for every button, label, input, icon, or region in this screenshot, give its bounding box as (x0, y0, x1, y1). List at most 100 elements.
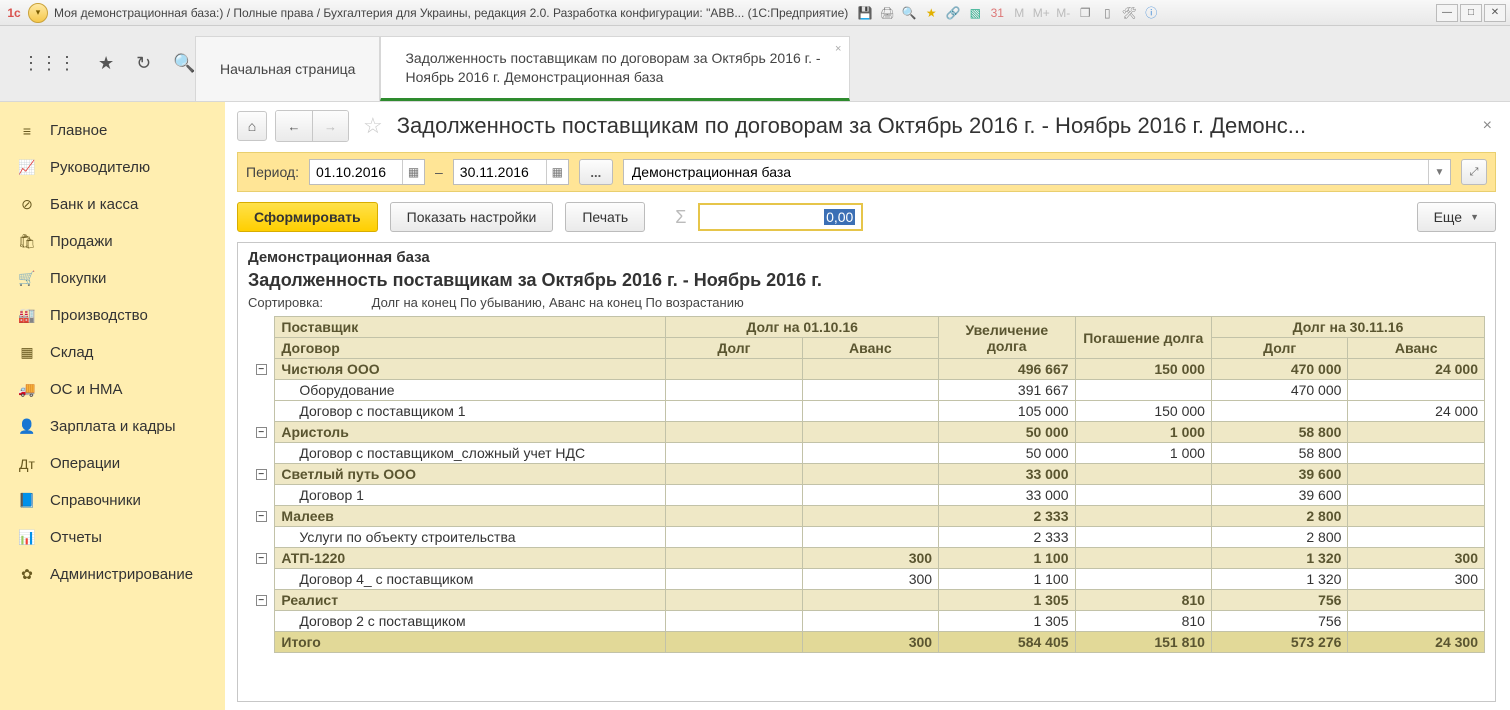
table-row[interactable]: Договор 4_ с поставщиком3001 1001 320300 (248, 569, 1485, 590)
calendar-icon[interactable]: ▦ (546, 160, 568, 184)
col-debt-end: Долг (1211, 338, 1347, 359)
m-icon[interactable]: M (1010, 4, 1028, 22)
home-button[interactable]: ⌂ (237, 111, 267, 141)
table-row[interactable]: Договор 133 00039 600 (248, 485, 1485, 506)
table-row[interactable]: −АТП-12203001 1001 320300 (248, 548, 1485, 569)
table-row[interactable]: Услуги по объекту строительства2 3332 80… (248, 527, 1485, 548)
back-button[interactable]: ← (276, 111, 312, 141)
m-plus-icon[interactable]: M+ (1032, 4, 1050, 22)
sidebar-item[interactable]: ✿Администрирование (0, 556, 225, 593)
panes-icon[interactable]: ▯ (1098, 4, 1116, 22)
table-row[interactable]: Оборудование391 667470 000 (248, 380, 1485, 401)
form-button[interactable]: Сформировать (237, 202, 378, 232)
org-field[interactable]: ▼ (623, 159, 1451, 185)
more-button[interactable]: Еще▼ (1417, 202, 1496, 232)
tools-icon[interactable]: 🛠 (1120, 4, 1138, 22)
table-row[interactable]: −Малеев2 3332 800 (248, 506, 1485, 527)
apps-icon[interactable]: ⋮⋮⋮ (22, 53, 76, 74)
link-icon[interactable]: 🔗 (944, 4, 962, 22)
minimize-button[interactable]: — (1436, 4, 1458, 22)
col-start: Долг на 01.10.16 (666, 317, 939, 338)
table-row[interactable]: −Светлый путь ООО33 00039 600 (248, 464, 1485, 485)
chevron-down-icon[interactable]: ▼ (1428, 160, 1450, 184)
period-picker-button[interactable]: ... (579, 159, 613, 185)
collapse-icon[interactable]: − (256, 595, 267, 606)
date-from-input[interactable] (310, 160, 402, 184)
star-icon[interactable]: ★ (98, 53, 114, 74)
sidebar-item[interactable]: ▦Склад (0, 334, 225, 371)
table-row[interactable]: −Аристоль50 0001 00058 800 (248, 422, 1485, 443)
sidebar-item-label: ОС и НМА (50, 381, 123, 398)
table-row[interactable]: Договор 2 с поставщиком1 305810756 (248, 611, 1485, 632)
table-row[interactable]: Договор с поставщиком_сложный учет НДС50… (248, 443, 1485, 464)
col-payment: Погашение долга (1075, 317, 1211, 359)
forward-button[interactable]: → (312, 111, 348, 141)
table-row[interactable]: −Реалист1 305810756 (248, 590, 1485, 611)
sidebar-item-label: Зарплата и кадры (50, 418, 176, 435)
sidebar-item-label: Справочники (50, 492, 141, 509)
settings-button[interactable]: Показать настройки (390, 202, 554, 232)
sidebar-item[interactable]: 🚚ОС и НМА (0, 371, 225, 408)
collapse-icon[interactable]: − (256, 364, 267, 375)
sidebar-item[interactable]: 📘Справочники (0, 482, 225, 519)
sidebar-icon: 📈 (18, 159, 36, 176)
sidebar-item[interactable]: 🛍Продажи (0, 223, 225, 260)
col-debt: Долг (666, 338, 802, 359)
collapse-icon[interactable]: − (256, 553, 267, 564)
calendar-icon[interactable]: 31 (988, 4, 1006, 22)
col-advance: Аванс (802, 338, 938, 359)
date-to-input[interactable] (454, 160, 546, 184)
m-minus-icon[interactable]: M- (1054, 4, 1072, 22)
action-bar: Сформировать Показать настройки Печать Σ… (237, 192, 1496, 242)
org-input[interactable] (624, 160, 1428, 184)
table-row[interactable]: Договор с поставщиком 1105 000150 00024 … (248, 401, 1485, 422)
preview-icon[interactable]: 🔍 (900, 4, 918, 22)
period-dash: – (435, 164, 443, 180)
favorite-icon[interactable]: ★ (922, 4, 940, 22)
tab-start-page[interactable]: Начальная страница (195, 36, 380, 101)
tab-report[interactable]: Задолженность поставщикам по договорам з… (380, 36, 850, 101)
history-icon[interactable]: ↻ (136, 53, 151, 74)
sidebar-item[interactable]: 🛒Покупки (0, 260, 225, 297)
report-viewport[interactable]: Демонстрационная база Задолженность пост… (237, 242, 1496, 702)
info-icon[interactable]: ⓘ (1142, 4, 1160, 22)
date-to-field[interactable]: ▦ (453, 159, 569, 185)
close-window-button[interactable]: ✕ (1484, 4, 1506, 22)
sidebar-item[interactable]: ДтОперации (0, 445, 225, 482)
sidebar-item[interactable]: 📈Руководителю (0, 149, 225, 186)
collapse-icon[interactable]: − (256, 469, 267, 480)
col-supplier: Поставщик (275, 317, 666, 338)
window-title: Моя демонстрационная база:) / Полные пра… (54, 6, 848, 20)
sidebar-item-label: Администрирование (50, 566, 193, 583)
close-page-button[interactable]: × (1479, 117, 1496, 135)
titlebar: 1c ▾ Моя демонстрационная база:) / Полны… (0, 0, 1510, 26)
col-advance-end: Аванс (1348, 338, 1485, 359)
search-icon[interactable]: 🔍 (173, 53, 195, 74)
col-increase: Увеличение долга (939, 317, 1075, 359)
sidebar-item[interactable]: 🏭Производство (0, 297, 225, 334)
date-from-field[interactable]: ▦ (309, 159, 425, 185)
calendar-icon[interactable]: ▦ (402, 160, 424, 184)
sidebar-item-label: Склад (50, 344, 93, 361)
collapse-icon[interactable]: − (256, 511, 267, 522)
sidebar-item[interactable]: ⊘Банк и касса (0, 186, 225, 223)
favorite-star-icon[interactable]: ☆ (363, 113, 383, 139)
sidebar-item[interactable]: 📊Отчеты (0, 519, 225, 556)
expand-button[interactable]: ⤢ (1461, 159, 1487, 185)
maximize-button[interactable]: □ (1460, 4, 1482, 22)
sidebar-item[interactable]: 👤Зарплата и кадры (0, 408, 225, 445)
close-tab-icon[interactable]: × (835, 43, 841, 55)
print-icon[interactable]: 🖨 (878, 4, 896, 22)
windows-icon[interactable]: ❐ (1076, 4, 1094, 22)
sidebar-icon: 🏭 (18, 307, 36, 324)
calculator-icon[interactable]: ▧ (966, 4, 984, 22)
nav-dropdown-icon[interactable]: ▾ (28, 3, 48, 23)
collapse-icon[interactable]: − (256, 427, 267, 438)
tabstrip: ⋮⋮⋮ ★ ↻ 🔍 Начальная страница Задолженнос… (0, 26, 1510, 102)
page-header: ⌂ ← → ☆ Задолженность поставщикам по дог… (237, 110, 1496, 142)
print-button[interactable]: Печать (565, 202, 645, 232)
table-row[interactable]: −Чистюля ООО496 667150 000470 00024 000 (248, 359, 1485, 380)
sidebar-item[interactable]: ≡Главное (0, 112, 225, 149)
sum-field[interactable]: 0,00 (698, 203, 863, 231)
save-icon[interactable]: 💾 (856, 4, 874, 22)
